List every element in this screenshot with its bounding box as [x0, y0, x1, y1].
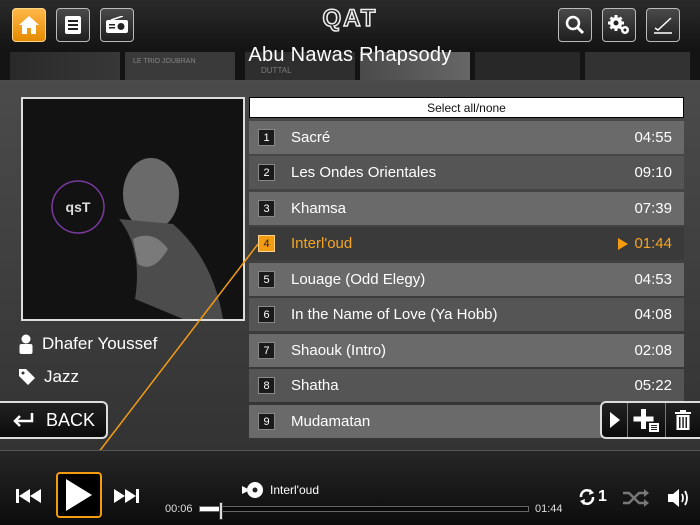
- volume-icon: [668, 489, 688, 507]
- track-duration: 04:53: [634, 271, 672, 288]
- home-icon: [19, 16, 39, 34]
- track-duration: 01:44: [634, 235, 672, 252]
- svg-text:qsT: qsT: [66, 199, 91, 215]
- next-icon: [114, 489, 139, 503]
- track-title: Interl'oud: [291, 235, 353, 252]
- track-title: Sacré: [291, 129, 331, 146]
- track-row[interactable]: 2 Les Ondes Orientales 09:10: [249, 156, 684, 189]
- track-row[interactable]: 6 In the Name of Love (Ya Hobb) 04:08: [249, 298, 684, 331]
- track-number: 8: [258, 377, 275, 394]
- radio-button[interactable]: [100, 8, 134, 42]
- progress-thumb[interactable]: [218, 502, 223, 520]
- trash-icon: [675, 410, 691, 430]
- track-duration: 05:22: [634, 377, 672, 394]
- total-time: 01:44: [535, 503, 563, 515]
- shuffle-icon: [623, 489, 649, 507]
- track-actions: [600, 401, 700, 439]
- track-title: Louage (Odd Elegy): [291, 271, 426, 288]
- genre-row[interactable]: Jazz: [18, 367, 79, 387]
- track-row[interactable]: 8 Shatha 05:22: [249, 369, 684, 402]
- return-arrow-icon: [13, 413, 34, 427]
- disc-icon: [242, 482, 263, 498]
- track-number: 3: [258, 200, 275, 217]
- app-logo: QAT: [322, 4, 378, 33]
- repeat-count: 1: [598, 488, 607, 505]
- list-icon: [65, 16, 81, 34]
- repeat-button[interactable]: 1: [578, 488, 607, 506]
- add-to-queue-button[interactable]: [628, 403, 666, 437]
- previous-icon: [16, 489, 41, 503]
- artist-row[interactable]: Dhafer Youssef: [18, 334, 157, 354]
- play-icon: [609, 412, 620, 428]
- track-number: 1: [258, 129, 275, 146]
- track-number: 7: [258, 342, 275, 359]
- track-duration: 04:08: [634, 306, 672, 323]
- search-button[interactable]: [558, 8, 592, 42]
- album-cover-art: qsT: [23, 99, 243, 319]
- elapsed-time: 00:06: [165, 503, 193, 515]
- track-number: 4: [258, 235, 275, 252]
- track-row[interactable]: 5 Louage (Odd Elegy) 04:53: [249, 263, 684, 296]
- track-title: Les Ondes Orientales: [291, 164, 437, 181]
- progress-bar[interactable]: [199, 506, 529, 512]
- tag-icon: [19, 369, 35, 385]
- search-icon: [565, 15, 585, 35]
- delete-button[interactable]: [666, 403, 700, 437]
- track-number: 6: [258, 306, 275, 323]
- repeat-icon: [579, 489, 595, 505]
- track-row[interactable]: 3 Khamsa 07:39: [249, 192, 684, 225]
- play-icon: [66, 479, 92, 511]
- track-title: Shaouk (Intro): [291, 342, 387, 359]
- album-cover: qsT: [21, 97, 245, 321]
- track-title: In the Name of Love (Ya Hobb): [291, 306, 498, 323]
- check-icon: [654, 17, 672, 34]
- track-duration: 04:55: [634, 129, 672, 146]
- list-button[interactable]: [56, 8, 90, 42]
- track-duration: 07:39: [634, 200, 672, 217]
- track-title: Shatha: [291, 377, 339, 394]
- shuffle-button[interactable]: [622, 489, 650, 512]
- select-all-button[interactable]: Select all/none: [249, 97, 684, 118]
- album-title: Abu Nawas Rhapsody: [248, 44, 452, 66]
- track-number: 5: [258, 271, 275, 288]
- radio-icon: [106, 16, 128, 33]
- next-button[interactable]: [113, 486, 139, 511]
- volume-button[interactable]: [667, 487, 691, 514]
- play-selected-button[interactable]: [602, 403, 628, 437]
- progress-fill: [200, 507, 220, 511]
- person-icon: [19, 334, 33, 354]
- gear-icon: [608, 15, 629, 34]
- play-button[interactable]: [56, 472, 102, 518]
- track-duration: 09:10: [634, 164, 672, 181]
- now-playing: Interl'oud: [242, 481, 319, 499]
- add-to-queue-icon: [633, 409, 659, 432]
- back-button-label: BACK: [46, 409, 96, 430]
- track-row[interactable]: 7 Shaouk (Intro) 02:08: [249, 334, 684, 367]
- back-button[interactable]: BACK: [0, 401, 108, 439]
- artist-name: Dhafer Youssef: [42, 334, 158, 353]
- track-row[interactable]: 1 Sacré 04:55: [249, 121, 684, 154]
- previous-button[interactable]: [16, 486, 42, 511]
- top-bar: QAT: [0, 0, 700, 48]
- status-button[interactable]: [646, 8, 680, 42]
- now-playing-icon: [618, 237, 629, 250]
- track-duration: 02:08: [634, 342, 672, 359]
- track-number: 2: [258, 164, 275, 181]
- now-playing-title: Interl'oud: [270, 483, 319, 497]
- track-number: 9: [258, 413, 275, 430]
- home-button[interactable]: [12, 8, 46, 42]
- genre-name: Jazz: [44, 367, 79, 386]
- settings-button[interactable]: [602, 8, 636, 42]
- track-row-active[interactable]: 4 Interl'oud 01:44: [249, 227, 684, 260]
- track-title: Khamsa: [291, 200, 347, 217]
